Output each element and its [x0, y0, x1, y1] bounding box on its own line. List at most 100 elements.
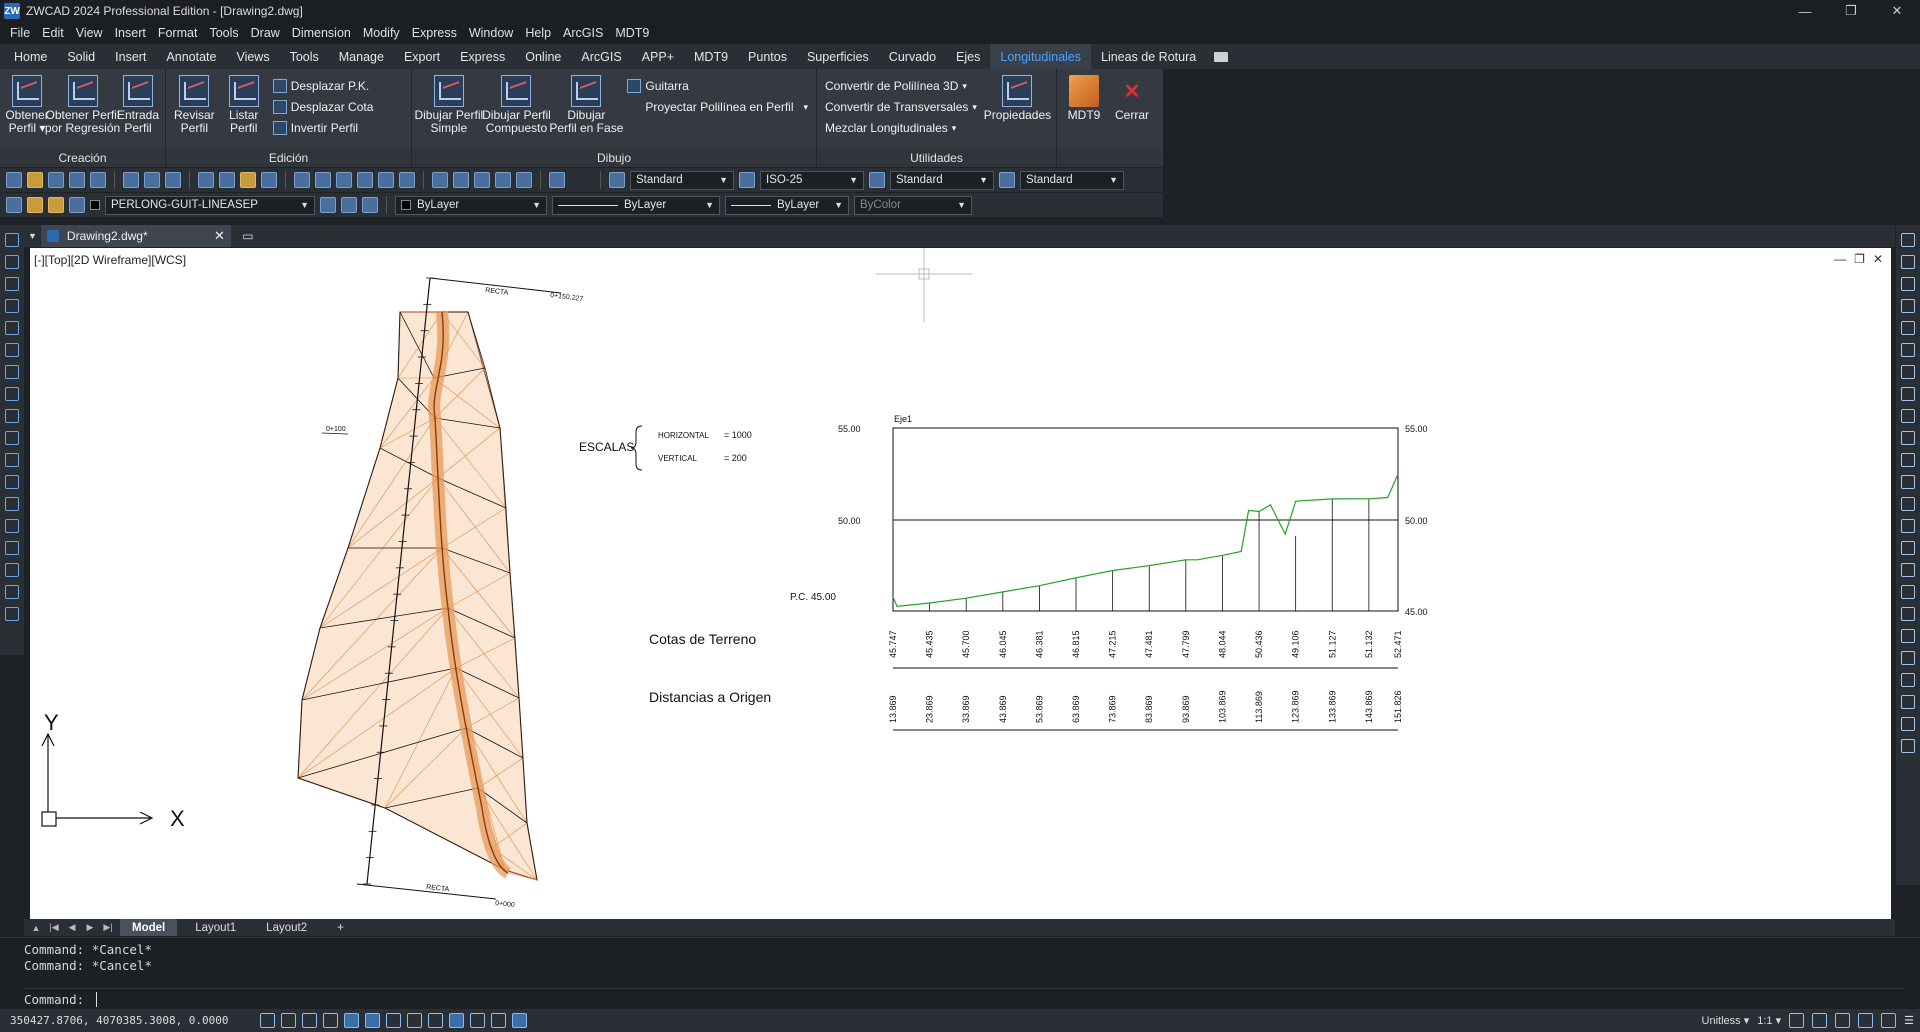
sheet-set-icon[interactable] [495, 172, 511, 188]
tab-solid[interactable]: Solid [57, 44, 105, 69]
obtener-perfil-regresion-button[interactable]: Obtener Perfil por Regresión [45, 73, 120, 149]
layer-lock-icon[interactable] [69, 197, 85, 213]
table-icon[interactable] [5, 585, 19, 599]
ellipse-arc-icon[interactable] [5, 453, 19, 467]
properties-palette-icon[interactable] [432, 172, 448, 188]
tab-mdt9[interactable]: MDT9 [684, 44, 738, 69]
annotation-monitor-icon[interactable] [512, 1013, 527, 1028]
circle-icon[interactable] [5, 365, 19, 379]
tab-model[interactable]: Model [120, 919, 178, 936]
polar-tracking-icon[interactable] [323, 1013, 338, 1028]
annotation-visibility-icon[interactable] [1789, 1013, 1805, 1028]
dibujar-perfil-fase-button[interactable]: Dibujar Perfil en Fase [549, 73, 623, 149]
arc-icon[interactable] [5, 343, 19, 357]
print-preview-icon[interactable] [144, 172, 160, 188]
copy-object-icon[interactable] [1901, 255, 1915, 269]
publish-icon[interactable] [165, 172, 181, 188]
lock-ui-icon[interactable] [1835, 1013, 1851, 1028]
tab-home[interactable]: Home [4, 44, 57, 69]
tab-views[interactable]: Views [226, 44, 279, 69]
break-icon[interactable] [1901, 497, 1915, 511]
menu-insert[interactable]: Insert [109, 26, 152, 40]
menu-window[interactable]: Window [463, 26, 519, 40]
zoom-realtime-icon[interactable] [357, 172, 373, 188]
rectangle-icon[interactable] [5, 321, 19, 335]
convertir-transversales-button[interactable]: Convertir de Transversales ▾ [825, 98, 977, 116]
redo-icon[interactable] [315, 172, 331, 188]
tab-puntos[interactable]: Puntos [738, 44, 797, 69]
restore-button[interactable]: ❐ [1828, 0, 1874, 22]
tab-online[interactable]: Online [515, 44, 571, 69]
lineweight-icon[interactable] [428, 1013, 443, 1028]
stretch-icon[interactable] [1901, 409, 1915, 423]
tab-manage[interactable]: Manage [329, 44, 394, 69]
tab-app-plus[interactable]: APP+ [632, 44, 684, 69]
new-tab-icon[interactable]: ▭ [237, 228, 259, 244]
plotstyle-select[interactable]: ByColor ▼ [854, 195, 972, 215]
tab-list-chevron-icon[interactable]: ▼ [28, 231, 37, 241]
print-icon[interactable] [123, 172, 139, 188]
command-input[interactable]: Command: [24, 988, 1904, 1007]
hatch-back-icon[interactable] [1901, 739, 1915, 753]
dynamic-ucs-icon[interactable] [386, 1013, 401, 1028]
linetype-select[interactable]: ByLayer ▼ [552, 195, 720, 215]
object-snap-icon[interactable] [344, 1013, 359, 1028]
chamfer-icon[interactable] [1901, 541, 1915, 555]
menu-express[interactable]: Express [406, 26, 463, 40]
workspace-icon[interactable] [1812, 1013, 1828, 1028]
tab-layout2[interactable]: Layout2 [254, 919, 319, 936]
zoom-previous-icon[interactable] [399, 172, 415, 188]
menu-format[interactable]: Format [152, 26, 204, 40]
entrada-perfil-button[interactable]: Entrada Perfil [115, 73, 161, 149]
prev-tab-icon[interactable]: ◀ [66, 922, 78, 933]
match-properties-icon[interactable] [261, 172, 277, 188]
menu-tools[interactable]: Tools [203, 26, 244, 40]
ribbon-minimize-icon[interactable] [1214, 51, 1229, 62]
grid-display-icon[interactable] [260, 1013, 275, 1028]
propiedades-button[interactable]: Propiedades [983, 73, 1052, 149]
selection-cycling-icon[interactable] [491, 1013, 506, 1028]
add-layout-button[interactable]: + [325, 919, 356, 936]
mtext-icon[interactable] [5, 607, 19, 621]
minimize-button[interactable]: — [1782, 0, 1828, 22]
paste-icon[interactable] [240, 172, 256, 188]
menu-modify[interactable]: Modify [357, 26, 406, 40]
menu-draw[interactable]: Draw [245, 26, 286, 40]
save-icon[interactable] [48, 172, 64, 188]
dynamic-input-icon[interactable] [407, 1013, 422, 1028]
layer-previous-icon[interactable] [341, 197, 357, 213]
tab-curvado[interactable]: Curvado [879, 44, 946, 69]
document-tab-drawing2[interactable]: Drawing2.dwg* ✕ [40, 225, 231, 247]
isolate-objects-icon[interactable] [1858, 1013, 1874, 1028]
ortho-mode-icon[interactable] [302, 1013, 317, 1028]
revision-cloud-icon[interactable] [5, 387, 19, 401]
menu-edit[interactable]: Edit [36, 26, 70, 40]
fillet-icon[interactable] [1901, 563, 1915, 577]
transparency-icon[interactable] [449, 1013, 464, 1028]
annotation-scale[interactable]: 1:1 ▾ [1757, 1014, 1781, 1027]
tab-annotate[interactable]: Annotate [156, 44, 226, 69]
offset-icon[interactable] [1901, 299, 1915, 313]
dim-style-select[interactable]: ISO-25 ▼ [760, 170, 864, 190]
text-front-icon[interactable] [1901, 717, 1915, 731]
layer-freeze-icon[interactable] [48, 197, 64, 213]
tab-lineas-de-rotura[interactable]: Lineas de Rotura [1091, 44, 1206, 69]
last-tab-icon[interactable]: ▶| [102, 922, 114, 933]
menu-mdt9[interactable]: MDT9 [609, 26, 655, 40]
tab-arcgis[interactable]: ArcGIS [571, 44, 631, 69]
cut-icon[interactable] [198, 172, 214, 188]
menu-view[interactable]: View [70, 26, 109, 40]
dibujar-perfil-simple-button[interactable]: Dibujar Perfil Simple [414, 73, 483, 149]
tab-ejes[interactable]: Ejes [946, 44, 990, 69]
lineweight-select[interactable]: ByLayer ▼ [725, 195, 849, 215]
undo-icon[interactable] [294, 172, 310, 188]
zoom-window-icon[interactable] [378, 172, 394, 188]
layer-manager-icon[interactable] [6, 197, 22, 213]
make-block-icon[interactable] [5, 497, 19, 511]
send-under-icon[interactable] [1901, 695, 1915, 709]
pan-icon[interactable] [336, 172, 352, 188]
tab-superficies[interactable]: Superficies [797, 44, 879, 69]
desplazar-cota-button[interactable]: Desplazar Cota [272, 98, 373, 116]
save-all-icon[interactable] [90, 172, 106, 188]
make-current-icon[interactable] [320, 197, 336, 213]
